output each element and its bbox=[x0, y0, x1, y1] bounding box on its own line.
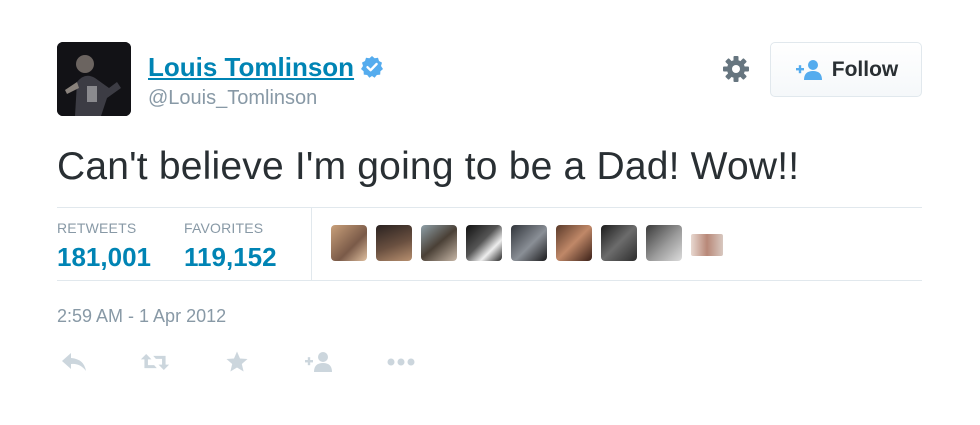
stats-bottom-divider bbox=[57, 280, 922, 281]
favorites-label: FAVORITES bbox=[184, 220, 264, 236]
favorite-icon[interactable] bbox=[222, 348, 252, 376]
user-name-row: Louis Tomlinson bbox=[148, 52, 384, 82]
stats-top-divider bbox=[57, 207, 922, 208]
gear-icon[interactable] bbox=[721, 54, 751, 84]
tweet-timestamp[interactable]: 2:59 AM - 1 Apr 2012 bbox=[57, 305, 226, 327]
reply-icon[interactable] bbox=[59, 348, 89, 376]
favoriter-avatar[interactable] bbox=[466, 225, 502, 261]
favoriter-avatar[interactable] bbox=[691, 234, 723, 256]
retweets-label: RETWEETS bbox=[57, 220, 137, 236]
tweet-actions bbox=[57, 348, 416, 376]
retweets-count: 181,001 bbox=[57, 242, 151, 272]
retweets-stat[interactable]: RETWEETS 181,001 bbox=[57, 219, 151, 273]
favoriters-avatars bbox=[331, 225, 732, 261]
favoriter-avatar[interactable] bbox=[421, 225, 457, 261]
add-user-icon bbox=[794, 59, 824, 81]
favorites-count: 119,152 bbox=[184, 242, 277, 272]
follow-button[interactable]: Follow bbox=[770, 42, 922, 97]
favoriter-avatar[interactable] bbox=[646, 225, 682, 261]
favorites-stat[interactable]: FAVORITES 119,152 bbox=[184, 219, 277, 273]
follow-icon[interactable] bbox=[304, 348, 334, 376]
retweet-icon[interactable] bbox=[140, 348, 170, 376]
favoriter-avatar[interactable] bbox=[331, 225, 367, 261]
user-full-name[interactable]: Louis Tomlinson bbox=[148, 52, 354, 82]
stats-vertical-divider bbox=[311, 208, 312, 280]
favoriter-avatar[interactable] bbox=[376, 225, 412, 261]
follow-button-label: Follow bbox=[831, 57, 899, 81]
favoriter-avatar[interactable] bbox=[511, 225, 547, 261]
favoriter-avatar[interactable] bbox=[556, 225, 592, 261]
tweet-text: Can't believe I'm going to be a Dad! Wow… bbox=[57, 145, 800, 188]
user-screen-name[interactable]: @Louis_Tomlinson bbox=[148, 86, 317, 110]
verified-badge-icon bbox=[360, 55, 384, 79]
avatar[interactable] bbox=[57, 42, 131, 116]
favoriter-avatar[interactable] bbox=[601, 225, 637, 261]
more-icon[interactable] bbox=[386, 348, 416, 376]
